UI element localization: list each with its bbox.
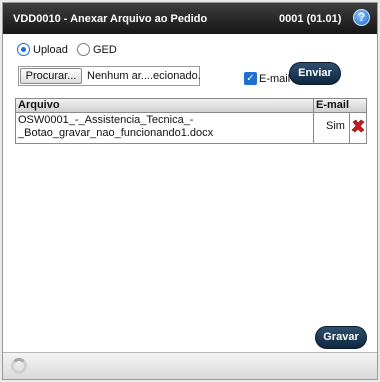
status-bar (3, 352, 377, 379)
delete-icon[interactable] (351, 119, 365, 133)
upload-radio-label: Upload (33, 44, 68, 56)
file-input[interactable]: Procurar... Nenhum ar....ecionado. (18, 66, 201, 86)
attachment-filename: OSW0001_-_Assistencia_Tecnica_- _Botao_g… (18, 114, 312, 140)
attachment-filename-line2: _Botao_gravar_nao_funcionando1.docx (18, 127, 214, 139)
upload-radio[interactable] (17, 43, 30, 56)
browse-button[interactable]: Procurar... (20, 68, 82, 84)
ged-radio[interactable] (77, 43, 90, 56)
dialog-window: VDD0010 - Anexar Arquivo ao Pedido 0001 … (2, 2, 378, 380)
column-header-email: E-mail (316, 99, 350, 111)
email-checkbox[interactable]: ✓ (244, 72, 257, 85)
send-button[interactable]: Enviar (289, 62, 341, 85)
help-glyph: ? (357, 10, 366, 24)
window-title: VDD0010 - Anexar Arquivo ao Pedido (13, 13, 208, 25)
loading-spinner-icon (11, 358, 27, 374)
attachment-filename-line1: OSW0001_-_Assistencia_Tecnica_- (18, 114, 194, 126)
column-divider (313, 99, 314, 143)
attachments-table: Arquivo E-mail OSW0001_-_Assistencia_Tec… (15, 98, 367, 144)
help-icon[interactable]: ? (353, 9, 370, 26)
ged-radio-label: GED (93, 44, 117, 56)
column-divider (349, 113, 350, 143)
email-checkbox-label: E-mail (259, 73, 291, 85)
save-button[interactable]: Gravar (315, 326, 367, 349)
selected-filename: Nenhum ar....ecionado. (87, 70, 201, 82)
title-bar: VDD0010 - Anexar Arquivo ao Pedido 0001 … (3, 3, 377, 34)
attachment-email-flag: Sim (326, 120, 345, 132)
column-header-arquivo: Arquivo (18, 99, 60, 111)
window-code: 0001 (01.01) (279, 13, 342, 25)
